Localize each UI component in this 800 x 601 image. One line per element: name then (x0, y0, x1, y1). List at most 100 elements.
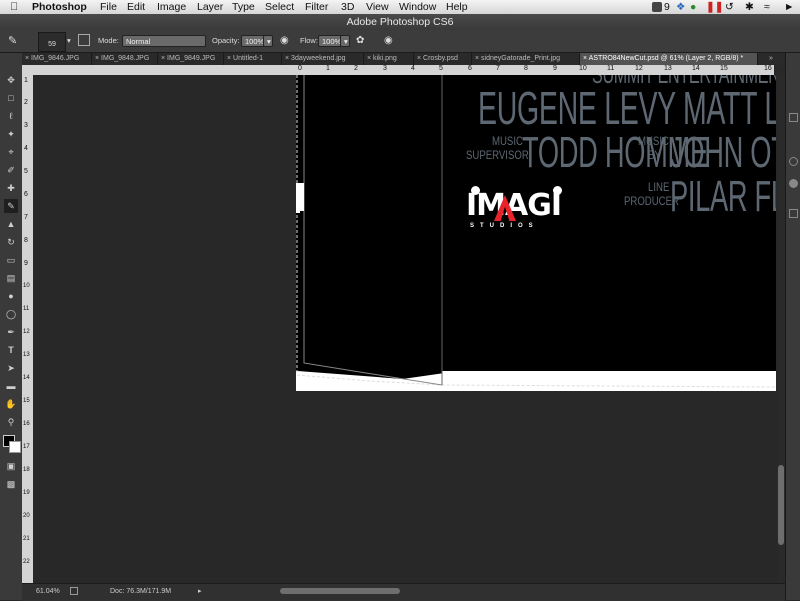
evernote-icon[interactable]: ● (690, 1, 696, 13)
volume-icon[interactable]: ► (784, 1, 794, 13)
healing-tool-icon[interactable]: ✚ (4, 181, 18, 195)
vertical-ruler[interactable]: 1 2 3 4 5 6 7 8 9 10 11 12 13 14 15 16 1… (22, 75, 33, 583)
zoom-level[interactable]: 61.04% (36, 588, 60, 595)
menu-3d[interactable]: 3D (341, 1, 354, 13)
window-title: Adobe Photoshop CS6 (346, 16, 454, 28)
document-tab[interactable]: × IMG_9849.JPG (158, 53, 224, 65)
document-tab[interactable]: × Crosby.psd (414, 53, 472, 65)
dodge-tool-icon[interactable]: ◯ (4, 307, 18, 321)
opacity-dropdown[interactable]: ▾ (263, 35, 273, 47)
info-icon[interactable] (70, 587, 78, 595)
ruler-tick: 17 (23, 444, 30, 450)
ruler-tick: 10 (579, 65, 587, 72)
lasso-tool-icon[interactable]: ℓ (4, 109, 18, 123)
tab-label: Crosby.psd (423, 55, 458, 62)
credit-line-producer: PILAR FLYNN (670, 172, 776, 221)
tab-label: IMG_9849.JPG (167, 55, 216, 62)
document-tab[interactable]: × Untitled-1 (224, 53, 282, 65)
marquee-tool-icon[interactable]: □ (4, 91, 18, 105)
flow-label: Flow: (300, 36, 318, 45)
document-tab[interactable]: × 3dayweekend.jpg (282, 53, 364, 65)
ruler-tick: 22 (23, 559, 30, 565)
opacity-label: Opacity: (212, 36, 240, 45)
ruler-tick: 19 (23, 490, 30, 496)
menu-select[interactable]: Select (265, 1, 294, 13)
menu-layer[interactable]: Layer (197, 1, 223, 13)
airbrush-icon[interactable]: ✿ (356, 35, 364, 47)
app-menu[interactable]: Photoshop (32, 1, 87, 13)
mode-select[interactable]: Normal (122, 35, 206, 47)
menu-view[interactable]: View (366, 1, 389, 13)
document-tab[interactable]: × sidneyGatorade_Print.jpg (472, 53, 580, 65)
status-menu-arrow-icon[interactable]: ▸ (198, 587, 202, 595)
brush-preset-picker[interactable]: 59 (38, 32, 66, 52)
scrollbar-thumb[interactable] (280, 588, 400, 594)
menu-type[interactable]: Type (232, 1, 255, 13)
tab-overflow-button[interactable]: » (766, 53, 782, 65)
time-machine-icon[interactable]: ↺ (725, 1, 734, 13)
ruler-tick: 9 (24, 260, 28, 267)
menu-file[interactable]: File (100, 1, 117, 13)
menu-window[interactable]: Window (399, 1, 436, 13)
pause-icon[interactable]: ❚❚ (706, 1, 724, 13)
document-tab-active[interactable]: × ASTRO84NewCut.psd @ 61% (Layer 2, RGB/… (580, 53, 758, 65)
panel-tab-icon[interactable] (789, 113, 798, 122)
ruler-tick: 18 (23, 467, 30, 473)
menu-filter[interactable]: Filter (305, 1, 328, 13)
path-select-tool-icon[interactable]: ➤ (4, 361, 18, 375)
tools-panel: ✥ □ ℓ ✦ ⌖ ✐ ✚ ✎ ▲ ↻ ▭ ▤ ● ◯ ✒ T ➤ ▬ ✋ ⚲ … (0, 53, 23, 600)
ruler-tick: 16 (764, 65, 772, 72)
gradient-tool-icon[interactable]: ▤ (4, 271, 18, 285)
brush-tool-icon[interactable]: ✎ (8, 35, 17, 47)
adobe-icon[interactable] (652, 2, 662, 12)
flow-field[interactable]: 100% (318, 35, 342, 47)
menu-help[interactable]: Help (446, 1, 468, 13)
brush-tool-icon[interactable]: ✎ (4, 199, 18, 213)
opacity-field[interactable]: 100% (241, 35, 265, 47)
panel-tab-icon[interactable] (789, 157, 798, 166)
wifi-icon[interactable]: ≈ (764, 1, 770, 13)
panel-tab-icon[interactable] (789, 209, 798, 218)
background-color-swatch[interactable] (9, 441, 21, 453)
credit-role: SUPERVISOR (466, 148, 529, 162)
document-tab[interactable]: × IMG_9846.JPG (22, 53, 92, 65)
bluetooth-icon[interactable]: ✱ (745, 1, 754, 13)
eyedropper-tool-icon[interactable]: ✐ (4, 163, 18, 177)
document-tab[interactable]: × kiki.png (364, 53, 414, 65)
crop-tool-icon[interactable]: ⌖ (4, 145, 18, 159)
eraser-tool-icon[interactable]: ▭ (4, 253, 18, 267)
document-canvas[interactable]: SUMMIT ENTERTAINMENT EUGENE LEVY MATT LU… (296, 75, 776, 391)
quick-mask-icon[interactable]: ▣ (4, 459, 18, 473)
type-tool-icon[interactable]: T (4, 343, 18, 357)
credit-music-by: JOHN OTTMAN (670, 128, 776, 177)
menu-image[interactable]: Image (157, 1, 186, 13)
brush-panel-icon[interactable] (78, 34, 90, 46)
pressure-opacity-icon[interactable]: ◉ (280, 35, 289, 47)
flow-dropdown[interactable]: ▾ (340, 35, 350, 47)
screen-mode-icon[interactable]: ▩ (4, 477, 18, 491)
panel-tab-icon[interactable] (789, 179, 798, 188)
pen-tool-icon[interactable]: ✒ (4, 325, 18, 339)
pressure-size-icon[interactable]: ◉ (384, 35, 393, 47)
vertical-scrollbar[interactable] (777, 75, 785, 583)
move-tool-icon[interactable]: ✥ (4, 73, 18, 87)
ruler-tick: 5 (24, 168, 28, 175)
clone-stamp-tool-icon[interactable]: ▲ (4, 217, 18, 231)
chevron-down-icon[interactable]: ▾ (67, 35, 71, 47)
ruler-tick: 15 (720, 65, 728, 72)
horizontal-scrollbar[interactable] (210, 586, 776, 596)
scrollbar-thumb[interactable] (778, 465, 784, 545)
menu-edit[interactable]: Edit (127, 1, 145, 13)
hand-tool-icon[interactable]: ✋ (4, 397, 18, 411)
ruler-tick: 6 (468, 65, 472, 72)
quick-select-tool-icon[interactable]: ✦ (4, 127, 18, 141)
ruler-tick: 21 (23, 536, 30, 542)
zoom-tool-icon[interactable]: ⚲ (4, 415, 18, 429)
apple-logo-icon[interactable]:  (10, 1, 18, 13)
ruler-origin[interactable] (22, 65, 34, 75)
blur-tool-icon[interactable]: ● (4, 289, 18, 303)
shape-tool-icon[interactable]: ▬ (4, 379, 18, 393)
dropbox-icon[interactable]: ❖ (676, 1, 685, 13)
document-tab[interactable]: × IMG_9848.JPG (92, 53, 158, 65)
history-brush-tool-icon[interactable]: ↻ (4, 235, 18, 249)
